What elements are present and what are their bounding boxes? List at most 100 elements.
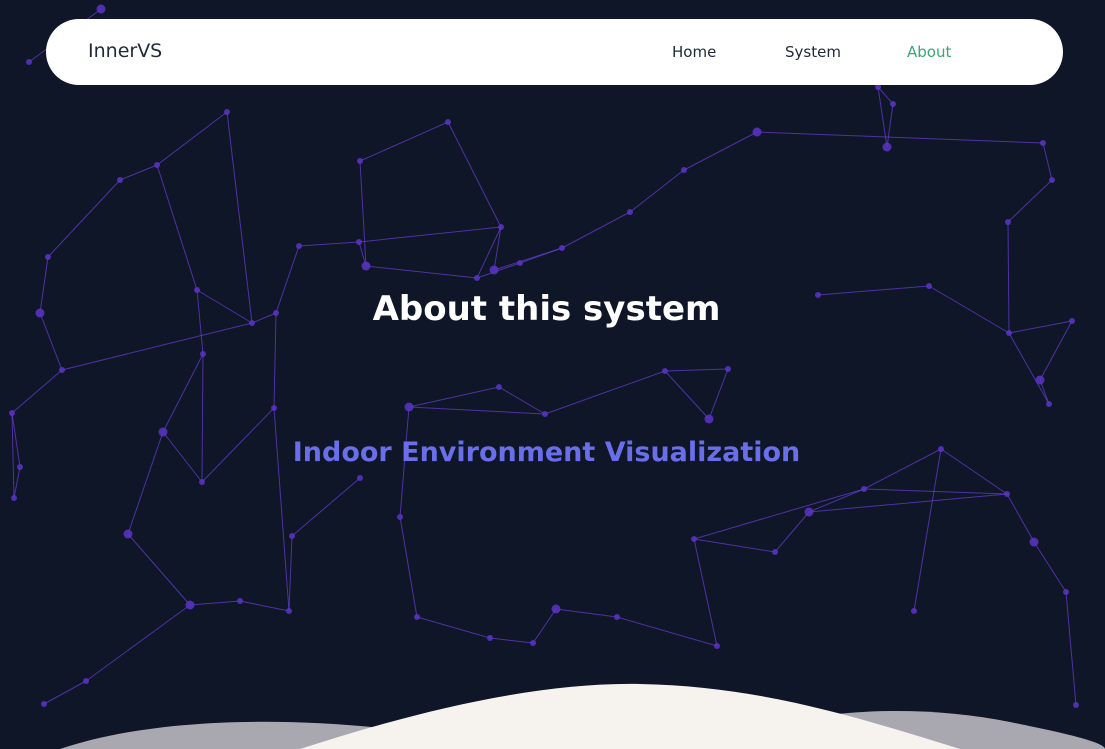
bottom-wave-decoration bbox=[60, 683, 1105, 749]
network-node bbox=[26, 59, 32, 65]
network-edge bbox=[756, 131, 1044, 144]
network-node bbox=[1049, 177, 1055, 183]
network-node bbox=[890, 101, 896, 107]
network-node bbox=[158, 427, 168, 437]
network-node bbox=[559, 245, 565, 251]
network-node bbox=[96, 4, 106, 14]
network-node bbox=[474, 275, 480, 281]
network-node bbox=[59, 367, 65, 373]
network-edge bbox=[489, 637, 534, 644]
network-node bbox=[200, 351, 206, 357]
network-edge bbox=[358, 226, 502, 243]
network-edge bbox=[629, 169, 685, 213]
network-edge bbox=[693, 538, 776, 553]
network-edge bbox=[61, 322, 253, 371]
network-node bbox=[237, 598, 243, 604]
network-edge bbox=[913, 448, 942, 612]
network-edge bbox=[808, 488, 865, 513]
network-edge bbox=[555, 608, 618, 618]
network-node bbox=[45, 254, 51, 260]
network-node bbox=[861, 486, 867, 492]
network-edge bbox=[298, 241, 360, 247]
network-node bbox=[496, 384, 502, 390]
network-node bbox=[117, 177, 123, 183]
page-background: InnerVS Home System About About this sys… bbox=[0, 0, 1105, 749]
network-edge bbox=[544, 370, 666, 415]
network-edge bbox=[683, 131, 758, 171]
network-edge bbox=[119, 164, 158, 181]
network-edge bbox=[1039, 320, 1073, 381]
network-node bbox=[123, 529, 133, 539]
network-node bbox=[614, 614, 620, 620]
network-node bbox=[199, 479, 205, 485]
network-node bbox=[1004, 491, 1010, 497]
network-edge bbox=[863, 488, 1008, 495]
network-edge bbox=[664, 370, 710, 420]
network-node bbox=[752, 127, 762, 137]
network-node bbox=[1035, 375, 1045, 385]
nav-link-about[interactable]: About bbox=[907, 43, 951, 61]
brand-logo[interactable]: InnerVS bbox=[88, 40, 162, 62]
nav-link-home[interactable]: Home bbox=[672, 43, 716, 61]
particle-network-background bbox=[9, 4, 1079, 708]
network-node bbox=[1029, 537, 1039, 547]
network-node bbox=[154, 162, 160, 168]
network-edge bbox=[408, 386, 500, 408]
network-edge bbox=[239, 600, 290, 612]
network-edge bbox=[127, 533, 191, 606]
network-edge bbox=[162, 353, 204, 433]
network-node bbox=[357, 158, 363, 164]
network-edge bbox=[561, 211, 631, 249]
network-edge bbox=[156, 111, 228, 166]
network-node bbox=[224, 109, 230, 115]
network-node bbox=[772, 549, 778, 555]
network-node bbox=[662, 368, 668, 374]
network-edge bbox=[1007, 179, 1053, 223]
network-node bbox=[551, 604, 561, 614]
network-node bbox=[542, 411, 548, 417]
network-node bbox=[911, 608, 917, 614]
network-edge bbox=[664, 368, 729, 372]
network-edge bbox=[1008, 332, 1050, 405]
network-edge bbox=[189, 600, 241, 606]
network-edge bbox=[447, 121, 502, 228]
network-edge bbox=[708, 368, 729, 420]
network-edge bbox=[399, 516, 418, 618]
network-node bbox=[356, 239, 362, 245]
network-edge bbox=[416, 616, 491, 639]
network-node bbox=[517, 260, 523, 266]
network-node bbox=[1063, 589, 1069, 595]
network-edge bbox=[774, 511, 810, 553]
network-node bbox=[530, 640, 536, 646]
network-edge bbox=[288, 535, 293, 612]
network-node bbox=[397, 514, 403, 520]
network-edge bbox=[365, 265, 478, 279]
network-edge bbox=[11, 369, 63, 414]
network-node bbox=[714, 643, 720, 649]
network-node bbox=[361, 261, 371, 271]
network-node bbox=[804, 507, 814, 517]
network-node bbox=[9, 410, 15, 416]
network-node bbox=[296, 243, 302, 249]
network-edge bbox=[693, 538, 718, 647]
network-node bbox=[414, 614, 420, 620]
network-node bbox=[691, 536, 697, 542]
network-edge bbox=[1033, 541, 1067, 593]
network-edge bbox=[13, 466, 21, 499]
nav-link-system[interactable]: System bbox=[785, 43, 841, 61]
network-edge bbox=[156, 164, 198, 291]
network-node bbox=[882, 142, 892, 152]
top-navbar: InnerVS Home System About bbox=[46, 19, 1063, 85]
network-edge bbox=[616, 616, 718, 647]
network-node bbox=[1006, 330, 1012, 336]
network-edge bbox=[408, 406, 546, 415]
network-node bbox=[1005, 219, 1011, 225]
network-node bbox=[357, 475, 363, 481]
network-node bbox=[271, 405, 277, 411]
network-node bbox=[185, 600, 195, 610]
network-node bbox=[404, 402, 414, 412]
network-edge bbox=[532, 608, 557, 644]
page-subtitle: Indoor Environment Visualization bbox=[292, 437, 801, 468]
network-edge bbox=[47, 179, 121, 258]
network-node bbox=[445, 119, 451, 125]
